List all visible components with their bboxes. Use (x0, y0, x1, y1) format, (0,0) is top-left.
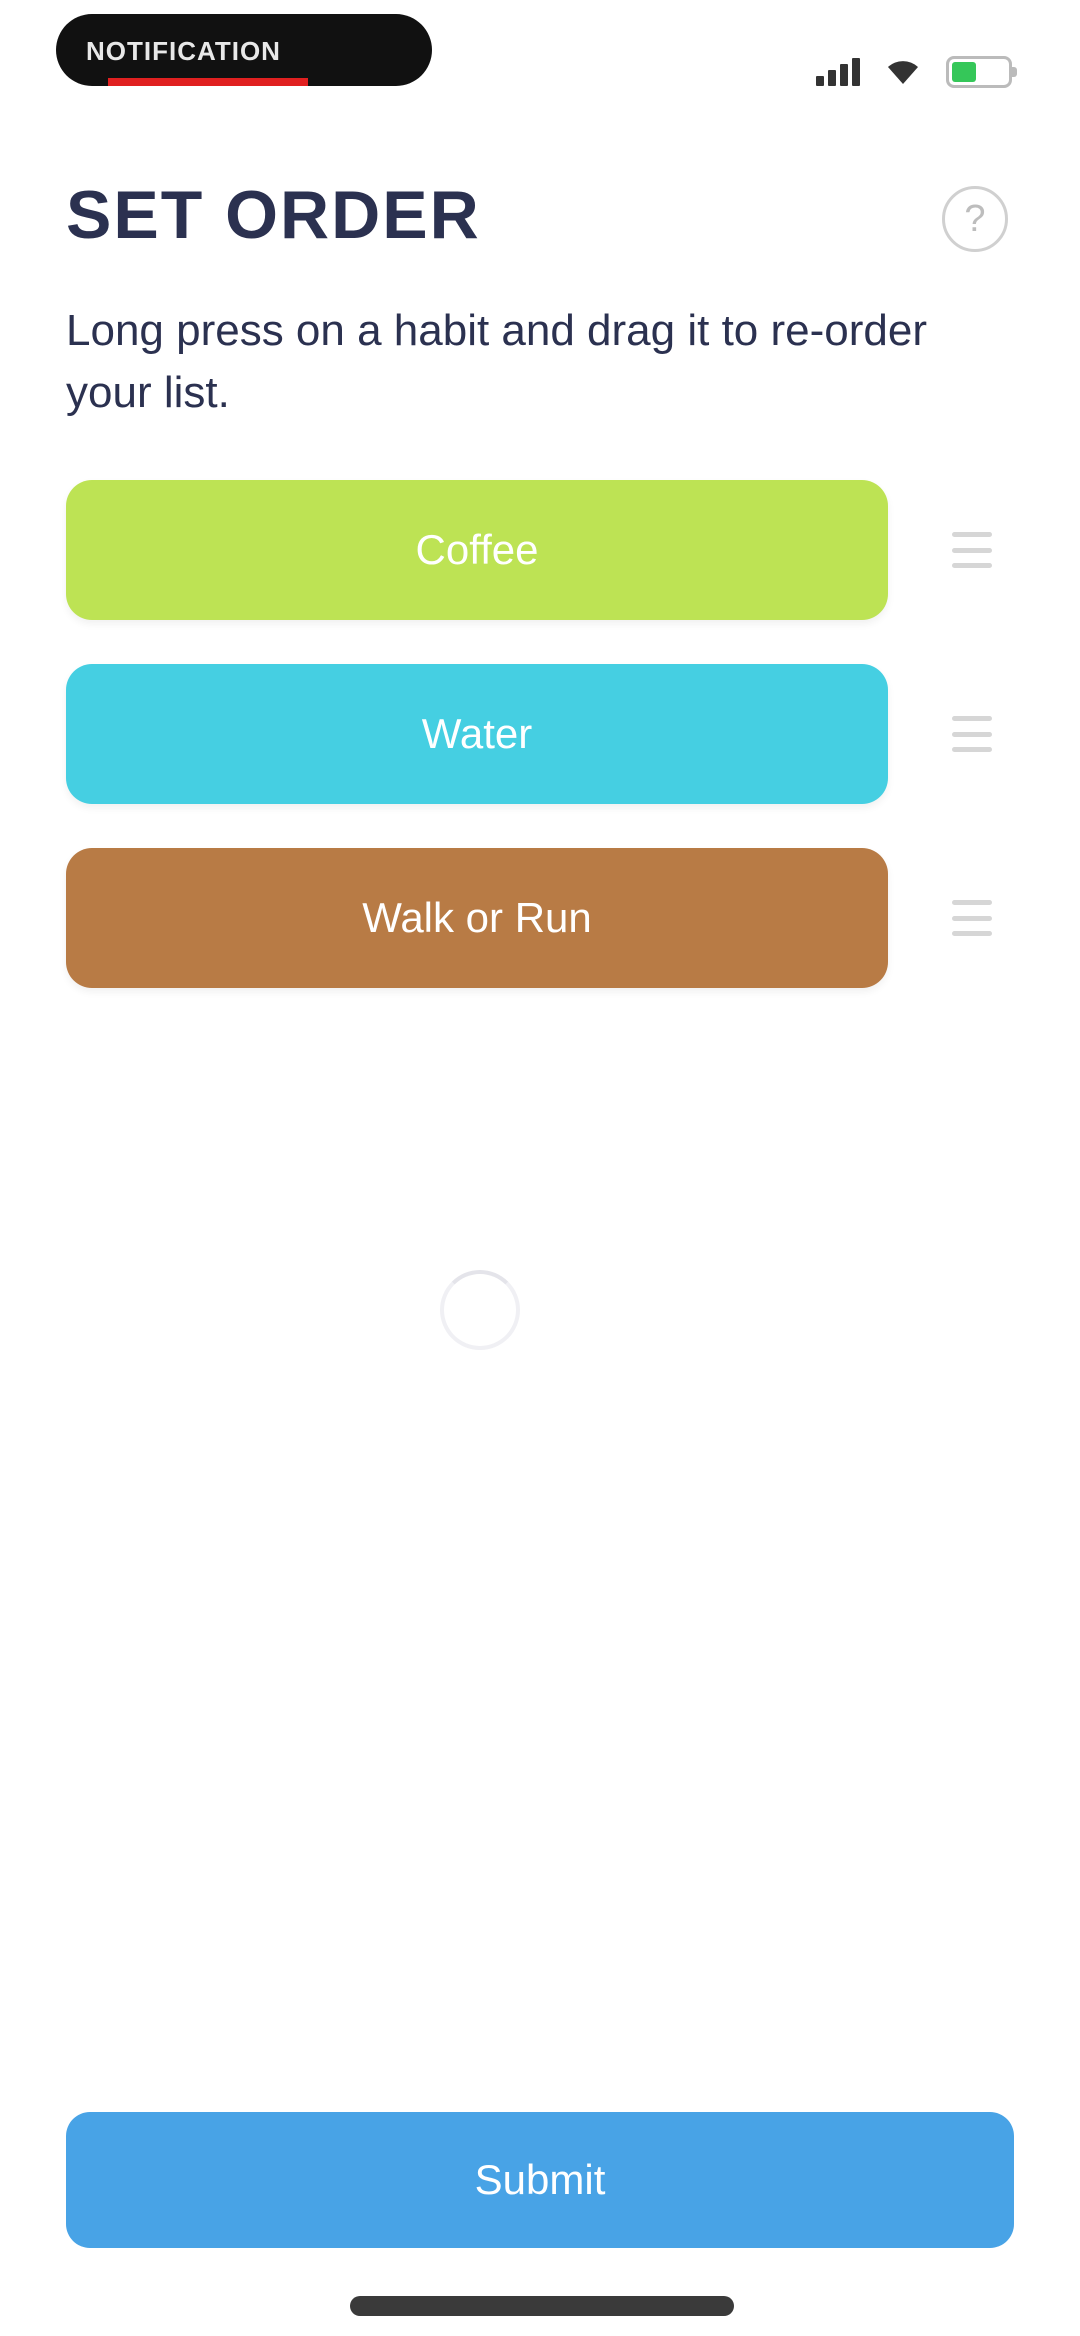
habit-list: Coffee Water Walk or Run (66, 480, 1016, 1032)
drag-handle-icon[interactable] (946, 524, 998, 576)
drag-handle-icon[interactable] (946, 892, 998, 944)
habit-row[interactable]: Walk or Run (66, 848, 1016, 988)
page-title: SET ORDER (66, 177, 481, 253)
submit-button[interactable]: Submit (66, 2112, 1014, 2248)
habit-card-walk-or-run[interactable]: Walk or Run (66, 848, 888, 988)
signal-icon (816, 58, 860, 86)
habit-row[interactable]: Water (66, 664, 1016, 804)
help-icon[interactable]: ? (942, 186, 1008, 252)
habit-card-water[interactable]: Water (66, 664, 888, 804)
instructions-text: Long press on a habit and drag it to re-… (66, 306, 927, 417)
habit-label: Walk or Run (362, 894, 592, 941)
loading-spinner (440, 1270, 520, 1350)
battery-level (952, 62, 976, 82)
recording-progress-line (108, 78, 308, 86)
habit-row[interactable]: Coffee (66, 480, 1016, 620)
recording-indicator[interactable]: NOTIFICATION (56, 14, 432, 86)
habit-card-coffee[interactable]: Coffee (66, 480, 888, 620)
habit-label: Water (421, 710, 533, 757)
status-bar: NOTIFICATION (0, 0, 1080, 130)
battery-icon (946, 56, 1017, 88)
recording-label: NOTIFICATION (86, 36, 281, 66)
home-indicator[interactable] (350, 2296, 734, 2316)
status-icons (816, 52, 1017, 92)
battery-nub (1012, 67, 1017, 77)
habit-label: Coffee (415, 526, 539, 573)
drag-handle-icon[interactable] (946, 708, 998, 760)
wifi-icon (888, 61, 918, 84)
